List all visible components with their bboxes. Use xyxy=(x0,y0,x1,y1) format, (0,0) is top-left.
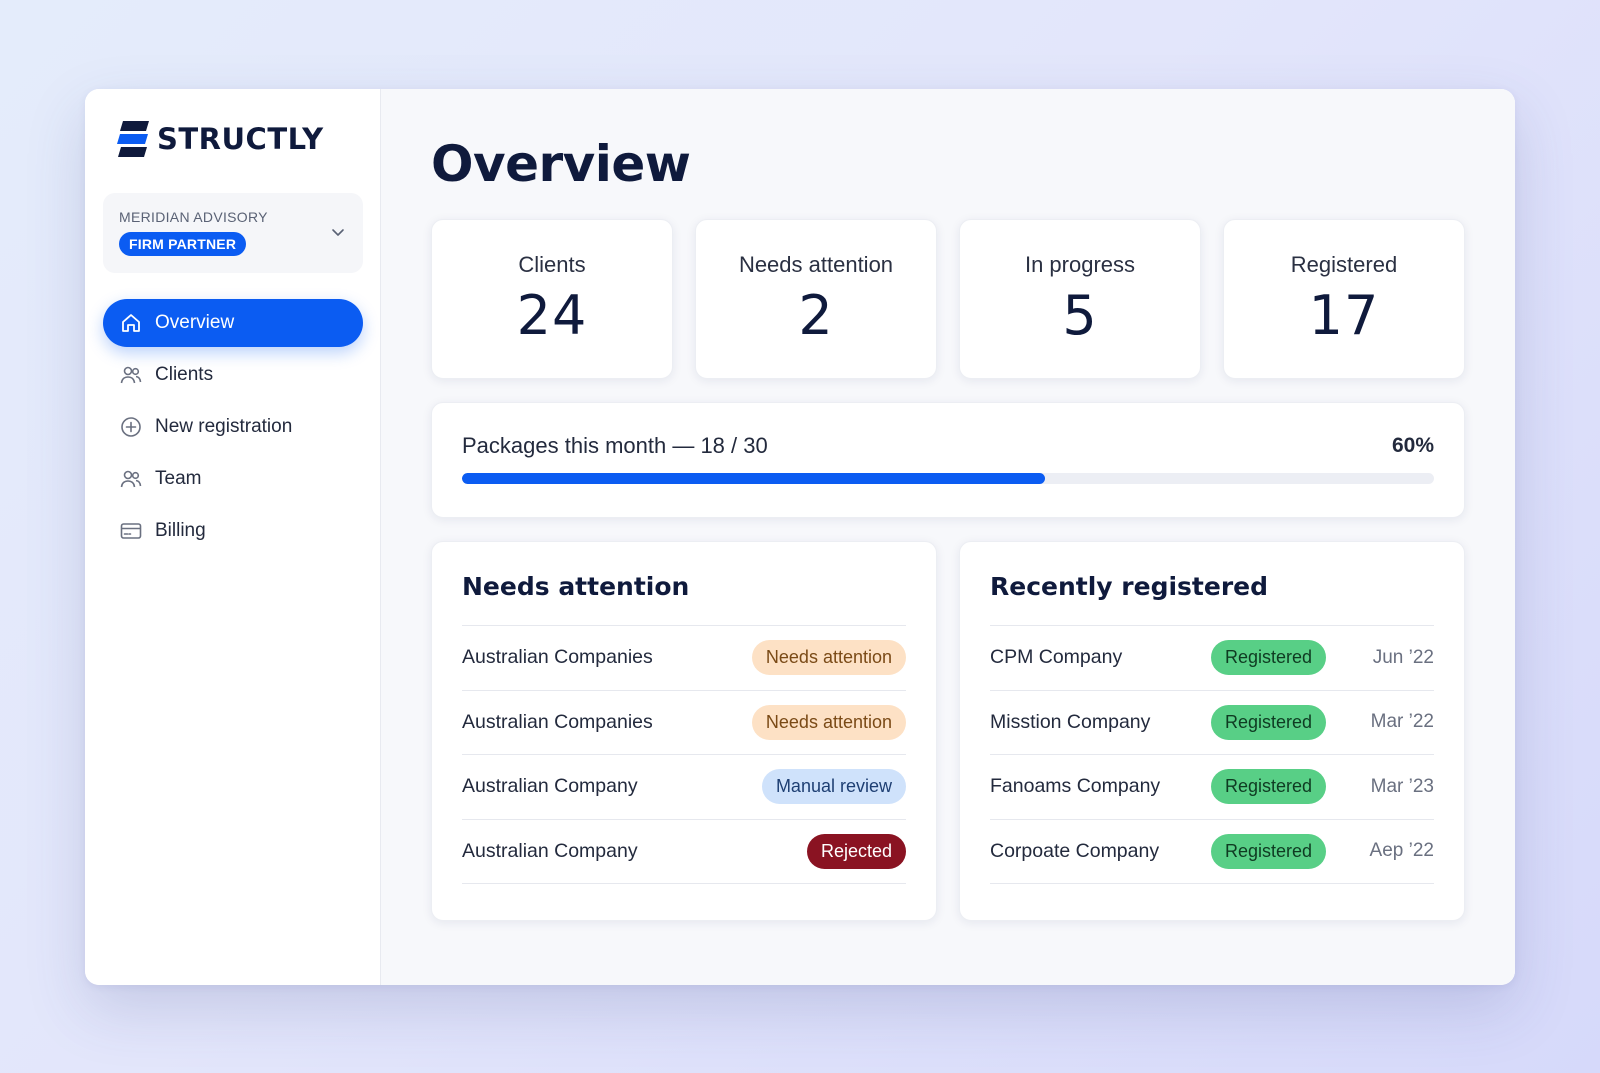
table-row[interactable]: Fanoams Company Registered Mar ’23 xyxy=(990,755,1434,820)
firm-name: MERIDIAN ADVISORY xyxy=(119,209,268,225)
status-badge: Rejected xyxy=(806,833,906,869)
company-name: Fanoams Company xyxy=(990,775,1161,798)
table-row[interactable]: Australian Company Manual review xyxy=(462,755,906,820)
company-name: Corpoate Company xyxy=(990,839,1160,862)
registered-date: Aep ’22 xyxy=(1369,840,1434,862)
table-row[interactable]: Corpoate Company Registered Aep ’22 xyxy=(990,820,1434,884)
sidebar-item-team[interactable]: Team xyxy=(103,455,363,503)
credit-card-icon xyxy=(120,523,142,539)
team-icon xyxy=(120,470,142,488)
needs-attention-panel: Needs attention Australian Companies Nee… xyxy=(431,541,937,921)
plus-circle-icon xyxy=(121,417,141,437)
table-row[interactable]: Australian Companies Needs attention xyxy=(462,691,906,755)
structly-logo-icon xyxy=(117,121,149,157)
sidebar-item-clients[interactable]: Clients xyxy=(103,351,363,399)
registered-date: Jun ’22 xyxy=(1372,646,1434,668)
table-row[interactable]: Australian Company Rejected xyxy=(462,820,906,884)
packages-progress-bar xyxy=(462,473,1434,484)
sidebar-item-label: Overview xyxy=(155,312,235,333)
company-name: Australian Companies xyxy=(462,710,653,733)
stat-card-in-progress[interactable]: In progress 5 xyxy=(959,219,1201,379)
packages-progress-fill xyxy=(462,473,1046,484)
sidebar-item-billing[interactable]: Billing xyxy=(103,507,363,555)
company-name: CPM Company xyxy=(990,646,1123,669)
table-row[interactable]: Misstion Company Registered Mar ’22 xyxy=(990,691,1434,755)
status-badge: Registered xyxy=(1210,704,1326,740)
status-badge: Registered xyxy=(1210,769,1326,805)
stat-label: Needs attention xyxy=(738,252,894,277)
status-badge: Needs attention xyxy=(751,640,906,676)
firm-role-badge: FIRM PARTNER xyxy=(119,232,247,256)
stats-row: Clients 24 Needs attention 2 In progress… xyxy=(431,219,1465,379)
app-window: STRUCTLY MERIDIAN ADVISORY FIRM PARTNER … xyxy=(85,89,1515,985)
stat-label: In progress xyxy=(1024,252,1136,277)
packages-percent: 60% xyxy=(1391,434,1434,457)
table-row[interactable]: CPM Company Registered Jun ’22 xyxy=(990,626,1434,691)
packages-label: Packages this month — 18 / 30 xyxy=(462,433,768,458)
status-badge: Manual review xyxy=(761,769,906,805)
chevron-down-icon xyxy=(332,229,344,236)
stat-card-needs-attention[interactable]: Needs attention 2 xyxy=(695,219,937,379)
brand-name: STRUCTLY xyxy=(157,122,324,156)
company-name: Australian Company xyxy=(462,839,638,862)
company-name: Australian Companies xyxy=(462,646,653,669)
recently-registered-panel: Recently registered CPM Company Register… xyxy=(959,541,1465,921)
table-row[interactable]: Australian Companies Needs attention xyxy=(462,626,906,691)
sidebar: STRUCTLY MERIDIAN ADVISORY FIRM PARTNER … xyxy=(85,89,381,985)
company-name: Australian Company xyxy=(462,775,638,798)
sidebar-item-label: Billing xyxy=(155,520,206,541)
sidebar-item-label: Team xyxy=(155,468,202,489)
users-icon xyxy=(120,366,142,384)
company-name: Misstion Company xyxy=(990,710,1151,733)
stat-value: 2 xyxy=(798,284,834,347)
packages-progress-card: Packages this month — 18 / 30 60% xyxy=(431,402,1465,518)
registered-date: Mar ’22 xyxy=(1370,711,1434,733)
stat-card-clients[interactable]: Clients 24 xyxy=(431,219,673,379)
sidebar-nav: Overview Clients New registration Team B… xyxy=(103,299,363,559)
stat-label: Clients xyxy=(518,252,586,277)
page-title: Overview xyxy=(431,135,691,193)
sidebar-item-label: New registration xyxy=(155,416,293,437)
sidebar-item-label: Clients xyxy=(155,364,214,385)
brand-logo[interactable]: STRUCTLY xyxy=(117,119,324,159)
status-badge: Registered xyxy=(1210,833,1326,869)
sidebar-item-overview[interactable]: Overview xyxy=(103,299,363,347)
home-icon xyxy=(122,314,140,332)
status-badge: Needs attention xyxy=(751,704,906,740)
status-badge: Registered xyxy=(1210,640,1326,676)
main-content: Overview Clients 24 Needs attention 2 In… xyxy=(381,89,1515,985)
stat-value: 17 xyxy=(1308,284,1380,347)
stat-value: 24 xyxy=(516,284,588,347)
registered-date: Mar ’23 xyxy=(1370,775,1434,797)
stat-card-registered[interactable]: Registered 17 xyxy=(1223,219,1465,379)
sidebar-item-new-registration[interactable]: New registration xyxy=(103,403,363,451)
panel-title: Recently registered xyxy=(990,572,1434,626)
stat-value: 5 xyxy=(1062,284,1098,347)
stat-label: Registered xyxy=(1290,252,1398,277)
panel-title: Needs attention xyxy=(462,572,906,626)
firm-switcher[interactable]: MERIDIAN ADVISORY FIRM PARTNER xyxy=(103,193,363,273)
